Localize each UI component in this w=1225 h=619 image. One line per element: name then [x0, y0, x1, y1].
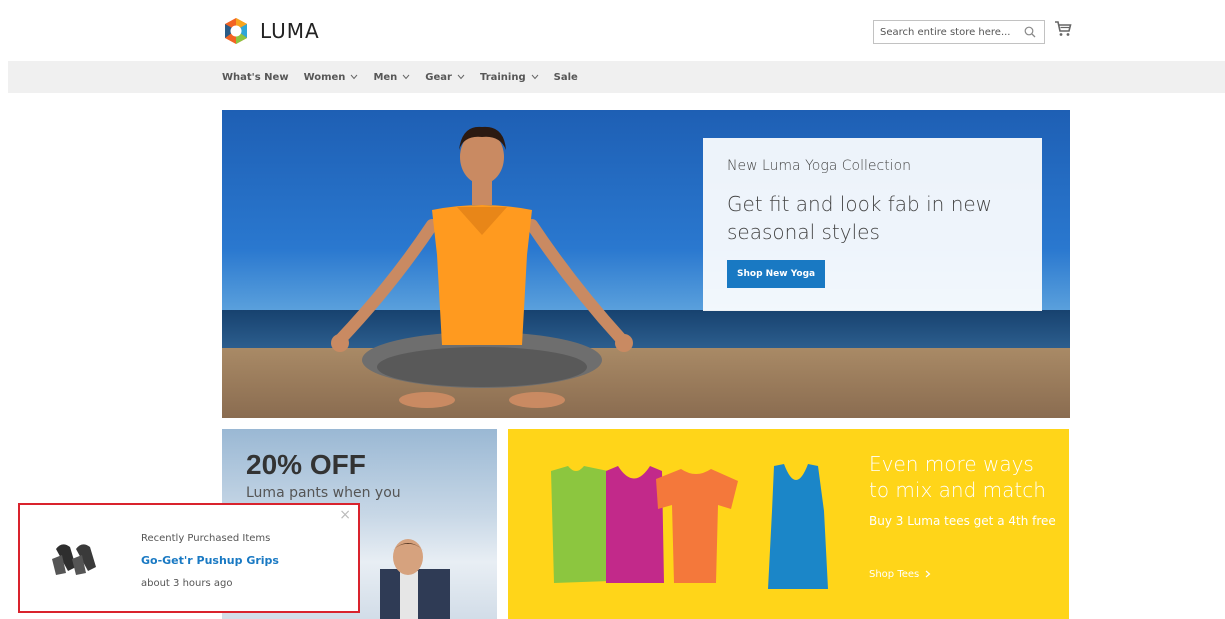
product-thumbnail[interactable]	[48, 537, 108, 577]
logo-text: LUMA	[260, 19, 320, 43]
main-navigation: What's New Women Men Gear Training Sale	[8, 61, 1225, 93]
chevron-down-icon	[402, 74, 410, 80]
shop-tees-label: Shop Tees	[869, 569, 920, 580]
luma-logo-icon	[225, 18, 247, 44]
hero-card: New Luma Yoga Collection Get fit and loo…	[703, 138, 1042, 311]
logo[interactable]: LUMA	[222, 17, 320, 45]
nav-item-label: Men	[373, 71, 398, 83]
search-box	[873, 20, 1045, 44]
cart-icon[interactable]	[1054, 20, 1072, 38]
yoga-model-image	[331, 126, 633, 408]
promo-tees-banner[interactable]: Even more ways to mix and match Buy 3 Lu…	[508, 429, 1069, 619]
nav-item-sale[interactable]: Sale	[554, 72, 578, 83]
popup-label: Recently Purchased Items	[141, 533, 271, 544]
nav-item-label: Sale	[553, 71, 578, 83]
nav-item-gear[interactable]: Gear	[425, 72, 465, 83]
chevron-down-icon	[531, 74, 539, 80]
site-header: LUMA	[0, 0, 1225, 61]
nav-item-men[interactable]: Men	[373, 72, 410, 83]
nav-item-label: Gear	[425, 71, 452, 83]
hero-title: Get fit and look fab in new seasonal sty…	[727, 192, 993, 244]
hero-kicker: New Luma Yoga Collection	[727, 158, 912, 174]
nav-item-label: Training	[479, 71, 526, 83]
tees-image	[551, 464, 828, 589]
promo-tees-subtext: Buy 3 Luma tees get a 4th free	[869, 514, 1056, 528]
hero-banner[interactable]: New Luma Yoga Collection Get fit and loo…	[222, 110, 1070, 418]
nav-item-whats-new[interactable]: What's New	[222, 72, 289, 83]
promo-tees-title: Even more ways to mix and match	[869, 452, 1046, 502]
close-icon[interactable]: ×	[339, 507, 351, 523]
nav-item-label: What's New	[222, 71, 289, 83]
chevron-down-icon	[457, 74, 465, 80]
nav-item-training[interactable]: Training	[480, 72, 539, 83]
chevron-right-icon	[926, 570, 931, 578]
promo-headline: 20% OFF	[246, 449, 366, 480]
nav-item-women[interactable]: Women	[304, 72, 359, 83]
search-input[interactable]	[874, 21, 1014, 43]
promo-subtext: Luma pants when you	[246, 485, 401, 501]
shop-new-yoga-button[interactable]: Shop New Yoga	[727, 260, 826, 288]
popup-time: about 3 hours ago	[141, 578, 233, 589]
popup-product-link[interactable]: Go-Get'r Pushup Grips	[141, 554, 279, 567]
recently-purchased-popup: × Recently Purchased Items Go-Get'r Push…	[18, 503, 360, 613]
chevron-down-icon	[351, 74, 358, 80]
nav-item-label: Women	[303, 71, 346, 83]
search-icon[interactable]	[1024, 26, 1036, 38]
shop-tees-link[interactable]: Shop Tees	[869, 569, 931, 580]
